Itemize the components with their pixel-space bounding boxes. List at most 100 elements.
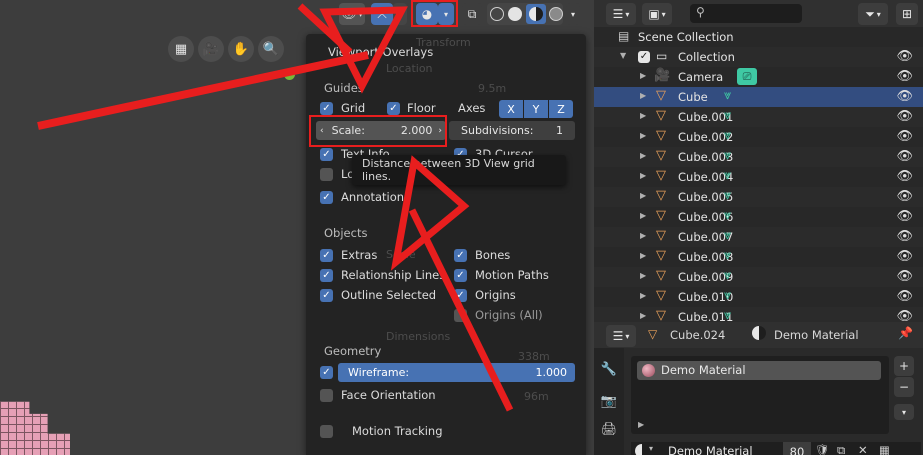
expand-triangle-icon[interactable]: ▶ xyxy=(640,131,646,140)
eye-icon[interactable]: 👁 xyxy=(896,309,913,322)
expand-triangle-icon[interactable]: ▶ xyxy=(640,311,646,320)
mesh-data-icon[interactable]: ⩔ xyxy=(724,268,731,283)
shading-dropdown[interactable]: ▾ xyxy=(566,3,580,25)
expand-triangle-icon[interactable]: ▶ xyxy=(640,291,646,300)
eye-icon[interactable]: 👁 xyxy=(896,269,913,284)
mesh-data-icon[interactable]: ⩔ xyxy=(724,88,731,103)
expand-triangle-icon[interactable]: ▶ xyxy=(640,211,646,220)
eye-icon[interactable]: 👁 xyxy=(896,209,913,224)
overlays-dropdown[interactable]: ▾ xyxy=(438,3,454,25)
expand-triangle-icon[interactable]: ▼ xyxy=(620,51,626,60)
axis-z-toggle[interactable]: Z xyxy=(549,100,573,118)
eye-icon[interactable]: 👁 xyxy=(896,289,913,304)
pin-icon[interactable]: 📌 xyxy=(898,326,913,340)
expand-triangle-icon[interactable]: ▶ xyxy=(640,71,646,80)
material-shading-button[interactable] xyxy=(526,4,546,24)
origins-all-checkbox[interactable] xyxy=(454,309,467,322)
expand-triangle-icon[interactable]: ▶ xyxy=(640,271,646,280)
eye-icon[interactable]: 👁 xyxy=(896,49,913,64)
eye-icon[interactable]: 👁 xyxy=(896,89,913,104)
outliner-row-object[interactable]: ▶ ▽ Cube.011 ⩔ 👁 xyxy=(594,307,923,322)
overlays-toggle[interactable]: ◕ xyxy=(416,3,438,25)
eye-icon[interactable]: 👁 xyxy=(896,149,913,164)
material-link-icon[interactable]: ▦ xyxy=(879,443,890,455)
visibility-dropdown[interactable]: 👁 ▾ xyxy=(339,3,365,25)
mesh-data-icon[interactable]: ⩔ xyxy=(724,128,731,143)
outliner-row-object[interactable]: ▶ ▽ Cube.003 ⩔ 👁 xyxy=(594,147,923,167)
axis-x-toggle[interactable]: X xyxy=(499,100,523,118)
pink-mesh-object[interactable] xyxy=(0,401,70,455)
outliner-row-object[interactable]: ▶ ▽ Cube.006 ⩔ 👁 xyxy=(594,207,923,227)
expand-triangle-icon[interactable]: ▶ xyxy=(640,151,646,160)
outliner-row-object[interactable]: ▶ ▽ Cube.005 ⩔ 👁 xyxy=(594,187,923,207)
eye-icon[interactable]: 👁 xyxy=(896,249,913,264)
expand-triangle-icon[interactable]: ▶ xyxy=(640,251,646,260)
grid-scale-field[interactable]: ‹ Scale: 2.000 › xyxy=(316,121,446,140)
mesh-data-icon[interactable]: ⩔ xyxy=(724,208,731,223)
outliner-row-scene-collection[interactable]: ▤ Scene Collection xyxy=(594,27,923,47)
outliner-row-object[interactable]: ▶ ▽ Cube.004 ⩔ 👁 xyxy=(594,167,923,187)
eye-icon[interactable]: 👁 xyxy=(896,129,913,144)
local-camera-checkbox[interactable] xyxy=(320,168,333,181)
outliner-row-object[interactable]: ▶ ▽ Cube.002 ⩔ 👁 xyxy=(594,127,923,147)
outliner-row-collection[interactable]: ▼ ✓ ▭ Collection 👁 xyxy=(594,47,923,67)
filter-dropdown[interactable]: ⏷ ▾ xyxy=(858,3,888,25)
outliner-row-object[interactable]: ▶ ▽ Cube.007 ⩔ 👁 xyxy=(594,227,923,247)
subdivisions-field[interactable]: Subdivisions: 1 xyxy=(449,121,575,140)
expand-triangle-icon[interactable]: ▶ xyxy=(640,171,646,180)
eye-icon[interactable]: 👁 xyxy=(896,109,913,124)
wireframe-shading-icon[interactable] xyxy=(490,7,504,21)
decrement-arrow-icon[interactable]: ‹ xyxy=(320,126,324,136)
outline-selected-checkbox[interactable]: ✓ xyxy=(320,289,333,302)
mesh-data-icon[interactable]: ⩔ xyxy=(724,148,731,163)
origins-checkbox[interactable]: ✓ xyxy=(454,289,467,302)
tab-tool[interactable]: 🔧 xyxy=(598,358,620,380)
slot-specials-button[interactable]: ▾ xyxy=(894,404,914,420)
pan-view-button[interactable]: ✋ xyxy=(228,36,254,62)
outliner-row-object[interactable]: ▶ ▽ Cube.009 ⩔ 👁 xyxy=(594,267,923,287)
outliner-row-object[interactable]: ▶ ▽ Cube.001 ⩔ 👁 xyxy=(594,107,923,127)
gizmo-y-axis-dot[interactable] xyxy=(284,69,295,80)
wireframe-checkbox[interactable]: ✓ xyxy=(320,366,333,379)
extras-checkbox[interactable]: ✓ xyxy=(320,249,333,262)
motion-tracking-checkbox[interactable] xyxy=(320,425,333,438)
eye-icon[interactable]: 👁 xyxy=(896,169,913,184)
wireframe-slider[interactable]: Wireframe: 1.000 xyxy=(338,363,575,382)
editor-type-dropdown[interactable]: ☰ ▾ xyxy=(606,325,636,347)
tab-render[interactable]: 📷 xyxy=(598,390,620,412)
expand-triangle-icon[interactable]: ▶ xyxy=(640,231,646,240)
camera-data-icon[interactable]: ⎚ xyxy=(737,68,757,85)
face-orientation-checkbox[interactable] xyxy=(320,389,333,402)
editor-type-dropdown[interactable]: ☰ ▾ xyxy=(606,3,636,25)
outliner-row-object[interactable]: ▶ ▽ Cube.010 ⩔ 👁 xyxy=(594,287,923,307)
gizmo-toggle[interactable]: ⤧ xyxy=(371,3,393,25)
text-info-checkbox[interactable]: ✓ xyxy=(320,148,333,161)
axis-y-toggle[interactable]: Y xyxy=(524,100,548,118)
mesh-data-icon[interactable]: ⩔ xyxy=(724,168,731,183)
motion-paths-checkbox[interactable]: ✓ xyxy=(454,269,467,282)
expand-triangle-icon[interactable]: ▶ xyxy=(640,111,646,120)
collection-exclude-checkbox[interactable]: ✓ xyxy=(638,51,650,63)
expand-triangle-icon[interactable]: ▶ xyxy=(640,191,646,200)
list-expand-icon[interactable]: ▶ xyxy=(638,420,644,429)
xray-toggle[interactable]: ⧉ xyxy=(462,3,482,25)
display-mode-dropdown[interactable]: ▣ ▾ xyxy=(642,3,672,25)
gizmo-dropdown[interactable]: ▾ xyxy=(393,3,407,25)
bones-checkbox[interactable]: ✓ xyxy=(454,249,467,262)
tab-output[interactable]: 🖨 xyxy=(598,418,620,440)
outliner-search-input[interactable]: ⚲ xyxy=(690,4,802,23)
material-datablock-name[interactable]: Demo Material xyxy=(668,444,753,455)
outliner-row-object[interactable]: ▶ ▽ Cube ⩔ 👁 xyxy=(594,87,923,107)
rendered-shading-icon[interactable] xyxy=(549,7,563,21)
unlink-icon[interactable]: ✕ xyxy=(858,443,868,455)
solid-shading-icon[interactable] xyxy=(508,7,522,21)
mesh-data-icon[interactable]: ⩔ xyxy=(724,228,731,243)
mesh-data-icon[interactable]: ⩔ xyxy=(724,188,731,203)
zoom-view-button[interactable]: 🔍 xyxy=(258,36,284,62)
material-slot-item[interactable]: Demo Material xyxy=(637,361,881,380)
outliner-row-camera[interactable]: ▶ 🎥 Camera ⎚ 👁 xyxy=(594,67,923,87)
eye-icon[interactable]: 👁 xyxy=(896,69,913,84)
floor-checkbox[interactable]: ✓ xyxy=(387,102,400,115)
duplicate-icon[interactable]: ⧉ xyxy=(837,443,845,455)
mesh-data-icon[interactable]: ⩔ xyxy=(724,288,731,303)
